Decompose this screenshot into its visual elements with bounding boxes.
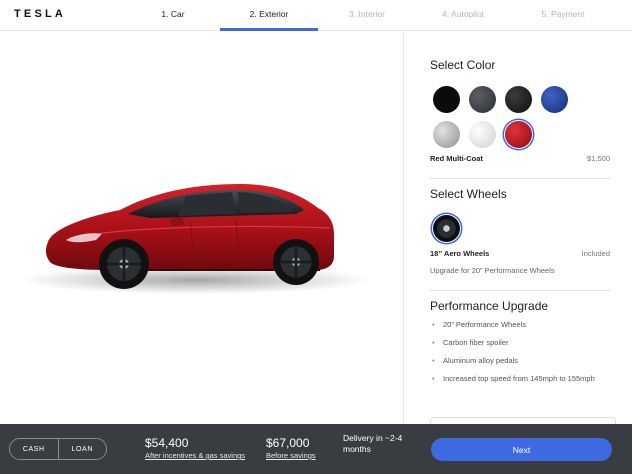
selected-wheel-name: 18” Aero Wheels (430, 249, 490, 258)
deep-blue-swatch[interactable] (541, 86, 568, 113)
price-before-savings: $67,000 (266, 436, 310, 450)
divider (430, 178, 610, 179)
selected-color-name: Red Multi-Coat (430, 154, 483, 163)
red-multi-coat-swatch[interactable] (505, 121, 532, 148)
obsidian-black-swatch[interactable] (505, 86, 532, 113)
before-savings-link[interactable]: Before savings (266, 451, 316, 460)
loan-option[interactable]: LOAN (58, 439, 106, 459)
performance-upgrade-title: Performance Upgrade (430, 299, 549, 313)
bottom-summary-bar: CASH LOAN $54,400 After incentives & gas… (0, 424, 632, 474)
step-car[interactable]: 1. Car (124, 9, 222, 19)
cash-option[interactable]: CASH (10, 439, 59, 459)
list-item: 20” Performance Wheels (430, 320, 600, 330)
selected-wheel-price: Included (581, 249, 610, 258)
config-panel: Select Color Red Multi-Coat $1,500 Selec… (403, 32, 632, 424)
pearl-white-swatch[interactable] (469, 121, 496, 148)
wheel-upgrade-note: Upgrade for 20” Performance Wheels (430, 266, 555, 275)
select-color-title: Select Color (430, 58, 496, 72)
upgrade-option-card[interactable] (430, 417, 616, 424)
price-after-savings: $54,400 (145, 436, 189, 450)
step-exterior[interactable]: 2. Exterior (220, 9, 318, 31)
list-item: Increased top speed from 145mph to 155mp… (430, 374, 600, 384)
selected-color-price: $1,500 (587, 154, 610, 163)
top-nav: TESLA 1. Car 2. Exterior 3. Interior 4. … (0, 0, 632, 31)
delivery-estimate: Delivery in ~2-4 months (343, 433, 403, 454)
select-wheels-title: Select Wheels (430, 187, 507, 201)
midnight-silver-swatch[interactable] (469, 86, 496, 113)
silver-swatch[interactable] (433, 121, 460, 148)
list-item: Carbon fiber spoiler (430, 338, 600, 348)
performance-feature-list: 20” Performance Wheels Carbon fiber spoi… (430, 320, 600, 392)
car-preview (0, 32, 403, 424)
tesla-logo[interactable]: TESLA (14, 8, 66, 20)
payment-type-toggle[interactable]: CASH LOAN (9, 438, 107, 460)
next-button[interactable]: Next (431, 438, 612, 461)
divider (430, 290, 610, 291)
aero-wheel-swatch[interactable] (433, 215, 460, 242)
step-interior[interactable]: 3. Interior (318, 9, 416, 19)
list-item: Aluminum alloy pedals (430, 356, 600, 366)
step-payment[interactable]: 5. Payment (514, 9, 612, 19)
car-image (20, 184, 370, 294)
after-savings-link[interactable]: After incentives & gas savings (145, 451, 245, 460)
step-autopilot[interactable]: 4. Autopilot (414, 9, 512, 19)
black-swatch[interactable] (433, 86, 460, 113)
